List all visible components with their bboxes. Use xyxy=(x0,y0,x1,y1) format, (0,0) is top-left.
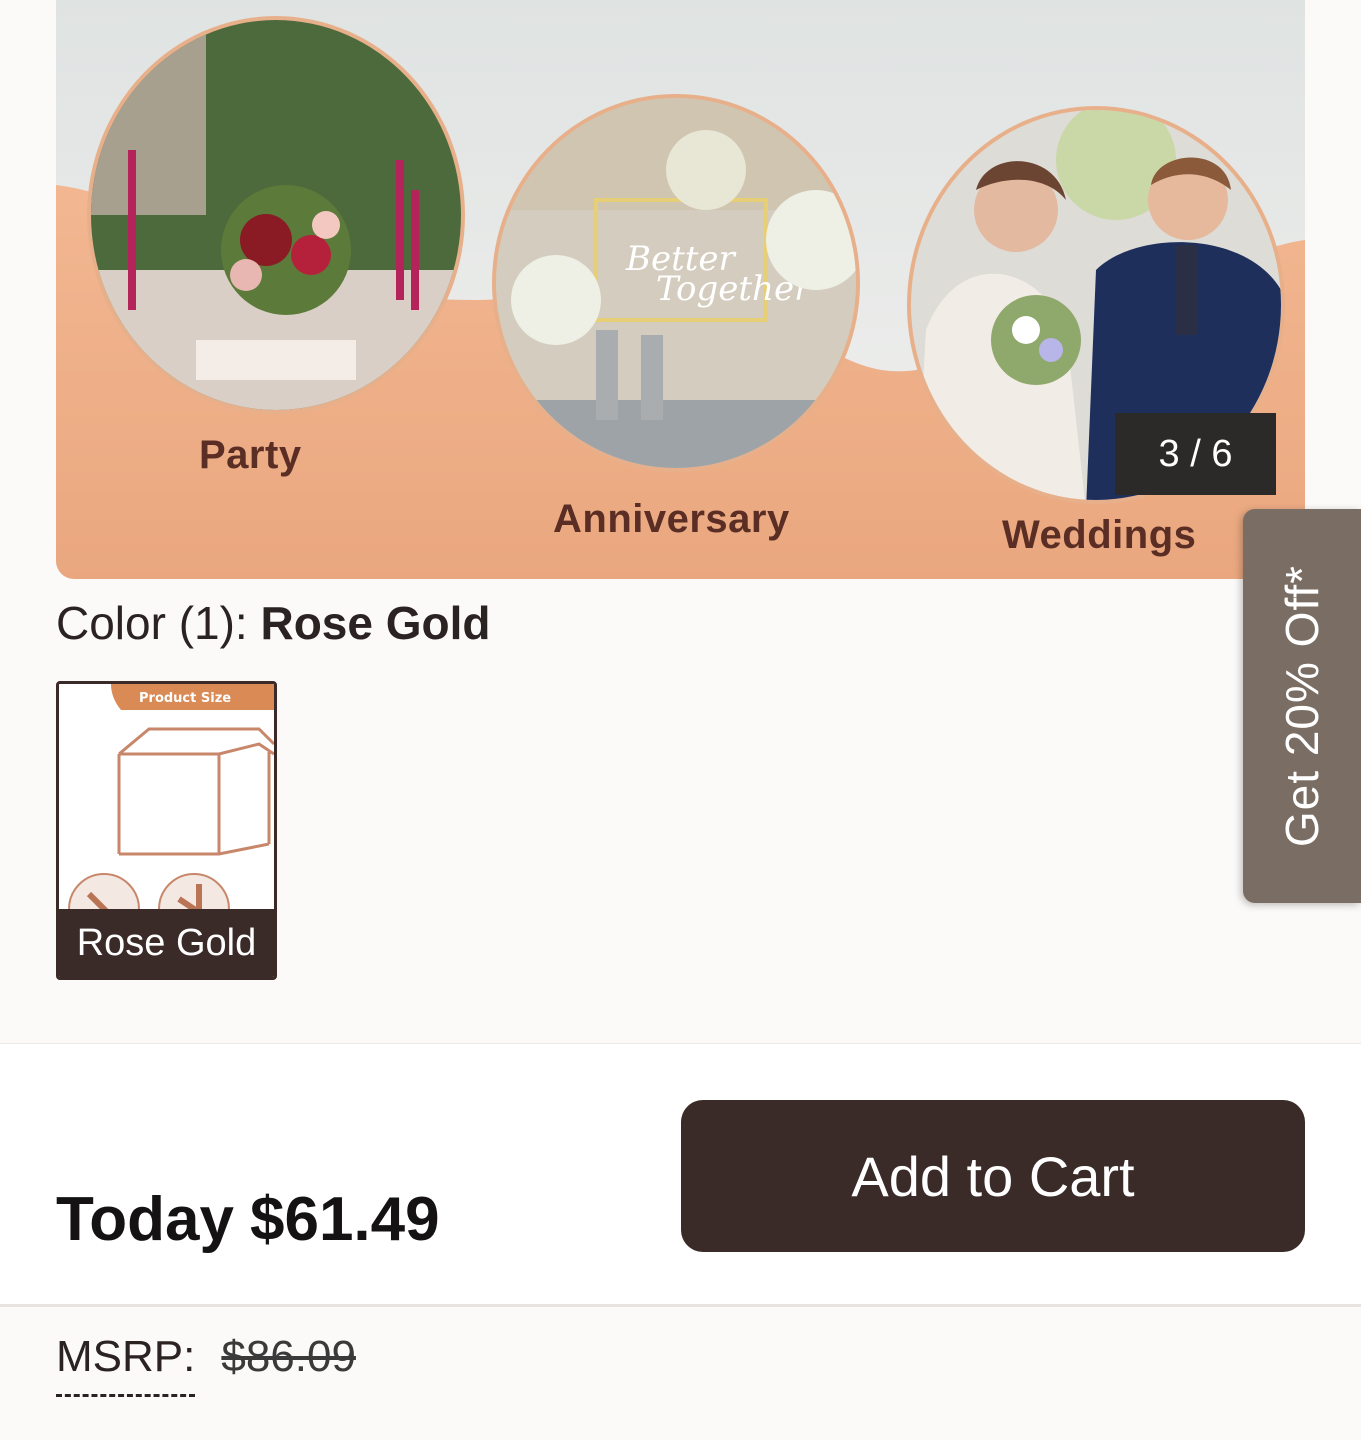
scene-label-party: Party xyxy=(199,433,302,477)
color-selector-label: Color (1): Rose Gold xyxy=(56,596,491,650)
price-prefix: Today xyxy=(56,1185,234,1254)
product-image-gallery[interactable]: Better Together Party Anniversary Weddin… xyxy=(56,0,1305,579)
msrp-label[interactable]: MSRP: xyxy=(56,1332,196,1397)
scene-label-anniversary: Anniversary xyxy=(553,497,790,541)
sticky-buy-bar: Today $61.49 Add to Cart xyxy=(0,1043,1361,1307)
selected-color: Rose Gold xyxy=(260,597,491,649)
image-counter: 3 / 6 xyxy=(1115,413,1276,495)
add-to-cart-button[interactable]: Add to Cart xyxy=(681,1100,1305,1252)
price-amount: $61.49 xyxy=(249,1185,440,1254)
today-price: Today $61.49 xyxy=(56,1184,440,1255)
color-swatch-rose-gold[interactable]: Product Size Rose Gold xyxy=(56,681,277,980)
promo-tab-text: Get 20% Off* xyxy=(1276,564,1328,848)
msrp-value: $86.09 xyxy=(221,1332,356,1381)
promo-discount-tab[interactable]: Get 20% Off* xyxy=(1243,509,1361,903)
color-label: Color (1): xyxy=(56,597,261,649)
swatch-label: Rose Gold xyxy=(59,909,274,977)
scene-label-weddings: Weddings xyxy=(1002,513,1197,557)
swatch-banner: Product Size xyxy=(139,691,231,706)
msrp-row: MSRP: $86.09 xyxy=(56,1332,356,1397)
